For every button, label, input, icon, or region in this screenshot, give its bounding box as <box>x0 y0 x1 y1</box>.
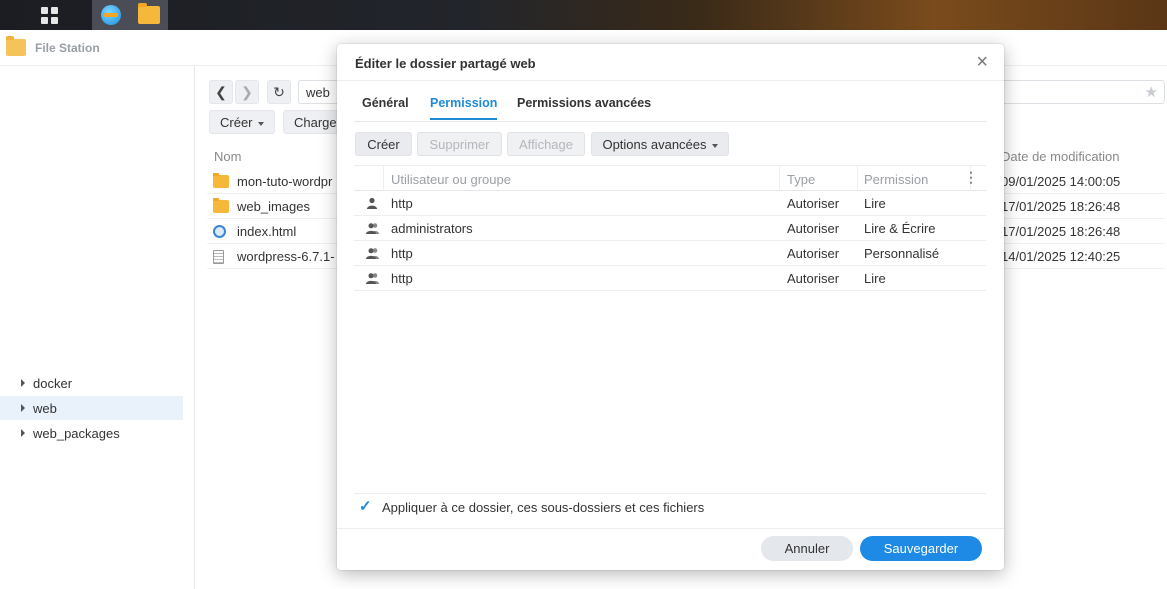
sidebar-item-web[interactable]: web <box>0 396 183 420</box>
dialog-title: Éditer le dossier partagé web <box>355 56 536 71</box>
group-icon <box>366 248 379 259</box>
row-user: http <box>391 196 413 211</box>
save-button[interactable]: Sauvegarder <box>860 536 982 561</box>
folder-icon <box>213 173 229 188</box>
row-user: http <box>391 271 413 286</box>
create-button-label: Créer <box>220 115 253 130</box>
file-station-icon <box>138 3 160 24</box>
divider <box>337 80 1004 81</box>
star-icon[interactable]: ★ <box>1145 83 1158 101</box>
apply-recursive-label: Appliquer à ce dossier, ces sous-dossier… <box>382 500 705 515</box>
file-date: 17/01/2025 18:26:48 <box>1001 199 1121 214</box>
archive-file-icon <box>213 250 224 264</box>
column-divider <box>383 166 384 191</box>
column-header-name[interactable]: Nom <box>214 149 241 164</box>
delete-button[interactable]: Supprimer <box>417 132 502 156</box>
row-type: Autoriser <box>787 271 840 286</box>
group-icon <box>366 273 379 284</box>
taskbar-web-station[interactable] <box>92 0 130 30</box>
taskbar-file-station[interactable] <box>130 0 168 30</box>
row-type: Autoriser <box>787 246 840 261</box>
user-icon <box>367 197 377 209</box>
group-icon <box>366 223 379 234</box>
web-station-icon <box>101 5 121 25</box>
caret-down-icon <box>257 121 264 126</box>
column-header-permission[interactable]: Permission <box>864 172 928 187</box>
forward-button[interactable]: ❯ <box>235 80 259 104</box>
sidebar-item-label: web_packages <box>33 425 120 441</box>
file-name: wordpress-6.7.1- <box>237 249 335 264</box>
sidebar-item-label: web <box>33 400 57 416</box>
file-name: mon-tuto-wordpr <box>237 174 333 189</box>
advanced-options-label: Options avancées <box>602 137 707 152</box>
file-date: 09/01/2025 14:00:05 <box>1001 174 1121 189</box>
chevron-left-icon: ❮ <box>215 83 227 100</box>
file-date: 17/01/2025 18:26:48 <box>1001 224 1121 239</box>
app-title: File Station <box>35 41 100 55</box>
dialog-tabs: Général Permission Permissions avancées <box>354 96 986 122</box>
taskbar <box>0 0 1167 30</box>
main-menu-button[interactable] <box>30 0 68 30</box>
column-divider <box>857 166 858 191</box>
refresh-button[interactable]: ↻ <box>267 80 291 104</box>
sidebar-item-web-packages[interactable]: web_packages <box>0 421 183 445</box>
advanced-options-button[interactable]: Options avancées <box>591 132 729 156</box>
upload-button[interactable]: Charge <box>283 110 343 134</box>
row-user: administrators <box>391 221 473 236</box>
edit-shared-folder-dialog: Éditer le dossier partagé web × Général … <box>337 44 1004 570</box>
checkmark-icon: ✓ <box>359 498 372 515</box>
main-menu-icon <box>40 6 58 24</box>
file-name: web_images <box>237 199 310 214</box>
row-permission: Lire & Écrire <box>864 221 936 236</box>
sidebar: docker web web_packages <box>0 66 195 589</box>
row-type: Autoriser <box>787 196 840 211</box>
row-permission: Lire <box>864 271 886 286</box>
column-header-type[interactable]: Type <box>787 172 815 187</box>
row-user: http <box>391 246 413 261</box>
row-permission: Personnalisé <box>864 246 940 261</box>
tab-permission[interactable]: Permission <box>430 96 498 120</box>
upload-button-label: Charge <box>294 115 337 130</box>
sidebar-item-label: docker <box>33 375 73 391</box>
caret-right-icon[interactable] <box>21 404 25 412</box>
file-date: 14/01/2025 12:40:25 <box>1001 249 1121 264</box>
table-row[interactable]: http Autoriser Lire <box>354 191 986 216</box>
folder-icon <box>213 198 229 213</box>
tab-general[interactable]: Général <box>362 96 409 118</box>
caret-right-icon[interactable] <box>21 429 25 437</box>
column-header-user[interactable]: Utilisateur ou groupe <box>391 172 511 187</box>
refresh-icon: ↻ <box>273 83 285 100</box>
folder-icon <box>6 36 26 56</box>
caret-down-icon <box>711 143 718 148</box>
create-permission-button[interactable]: Créer <box>355 132 412 156</box>
search-input[interactable]: ★ <box>1001 80 1165 104</box>
chevron-right-icon: ❯ <box>241 83 253 100</box>
row-type: Autoriser <box>787 221 840 236</box>
back-button[interactable]: ❮ <box>209 80 233 104</box>
column-menu-icon[interactable]: ⋮ <box>964 169 978 186</box>
tab-advanced-permissions[interactable]: Permissions avancées <box>517 96 651 118</box>
apply-recursive-checkbox[interactable]: ✓ <box>359 498 373 515</box>
row-permission: Lire <box>864 196 886 211</box>
divider <box>354 493 986 494</box>
sidebar-item-docker[interactable]: docker <box>0 371 183 395</box>
table-row[interactable]: http Autoriser Lire <box>354 266 986 291</box>
table-row[interactable]: administrators Autoriser Lire & Écrire <box>354 216 986 241</box>
html-file-icon <box>213 225 226 238</box>
file-name: index.html <box>237 224 297 239</box>
display-button[interactable]: Affichage <box>507 132 585 156</box>
permission-table-header: Utilisateur ou groupe Type Permission ⋮ <box>354 165 986 191</box>
column-header-modified[interactable]: Date de modification <box>1001 149 1120 164</box>
close-icon[interactable]: × <box>976 52 988 72</box>
divider <box>337 528 1004 529</box>
column-divider <box>779 166 780 191</box>
create-button[interactable]: Créer <box>209 110 275 134</box>
table-row[interactable]: http Autoriser Personnalisé <box>354 241 986 266</box>
cancel-button[interactable]: Annuler <box>761 536 853 561</box>
caret-right-icon[interactable] <box>21 379 25 387</box>
